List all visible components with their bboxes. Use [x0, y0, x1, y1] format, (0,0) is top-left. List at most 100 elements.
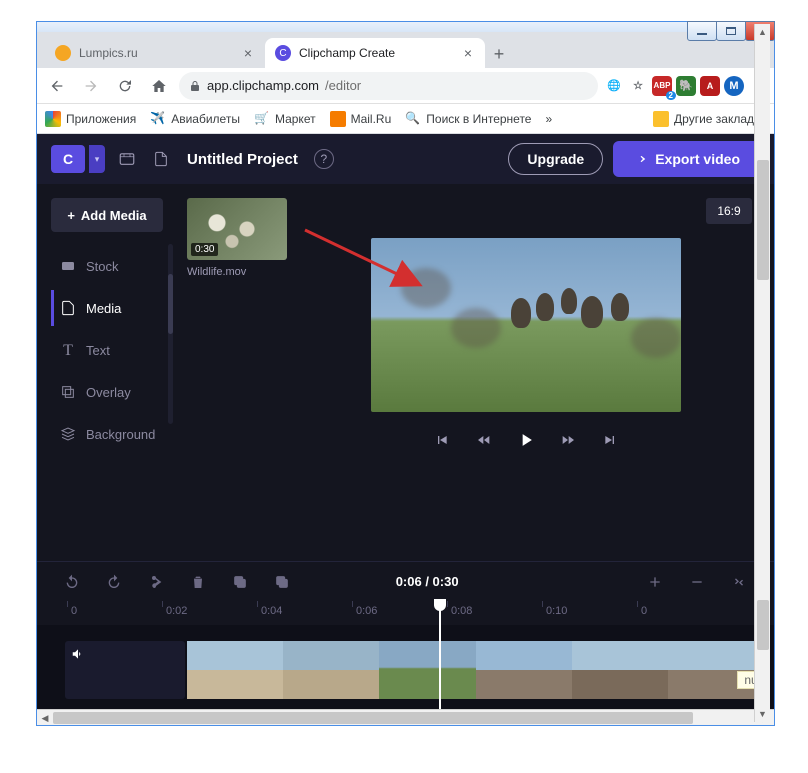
arrow-right-icon — [633, 152, 647, 166]
tab-clipchamp[interactable]: C Clipchamp Create × — [265, 38, 485, 68]
url-input[interactable]: app.clipchamp.com/editor — [179, 72, 598, 100]
sidebar-item-background[interactable]: Background — [51, 416, 171, 452]
evernote-extension-icon[interactable]: 🐘 — [676, 76, 696, 96]
timeline-clip[interactable] — [379, 641, 475, 699]
bookmark-star-icon[interactable]: ☆ — [628, 76, 648, 96]
translate-extension-icon[interactable]: 🌐 — [604, 76, 624, 96]
address-bar-row: app.clipchamp.com/editor 🌐 ☆ ABP2 🐘 A M … — [37, 68, 774, 104]
export-video-button[interactable]: Export video — [613, 141, 760, 177]
aspect-ratio-button[interactable]: 16:9 — [706, 198, 752, 224]
bookmark-other[interactable]: Другие закладки — [653, 111, 766, 127]
media-clip-thumbnail[interactable]: 0:30 — [187, 198, 287, 260]
nav-reload-button[interactable] — [111, 72, 139, 100]
browser-tabs: Lumpics.ru × C Clipchamp Create × + — [37, 32, 774, 68]
window-titlebar[interactable] — [37, 22, 774, 32]
rewind-button[interactable] — [474, 430, 494, 450]
video-preview[interactable] — [371, 238, 681, 412]
bookmark-mailru[interactable]: Mail.Ru — [330, 111, 392, 127]
nav-back-button[interactable] — [43, 72, 71, 100]
timeline-tracks[interactable] — [37, 625, 774, 709]
adblock-extension-icon[interactable]: ABP2 — [652, 76, 672, 96]
close-tab-icon[interactable]: × — [241, 46, 255, 60]
scroll-up-arrow[interactable]: ▲ — [755, 24, 770, 40]
sidebar: +Add Media Stock Media TText Overlay Bac… — [37, 184, 177, 561]
folder-icon — [653, 111, 669, 127]
copy-button[interactable] — [229, 574, 251, 590]
scroll-thumb[interactable] — [757, 160, 769, 280]
paste-button[interactable] — [271, 574, 293, 590]
favicon-clipchamp: C — [275, 45, 291, 61]
sidebar-item-media[interactable]: Media — [51, 290, 171, 326]
profile-avatar[interactable]: M — [724, 76, 744, 96]
delete-button[interactable] — [187, 574, 209, 590]
close-tab-icon[interactable]: × — [461, 46, 475, 60]
redo-button[interactable] — [103, 574, 125, 590]
play-button[interactable] — [516, 430, 536, 450]
bookmark-search[interactable]: 🔍Поиск в Интернете — [405, 111, 531, 127]
bookmark-more[interactable]: » — [545, 112, 552, 126]
playback-controls — [432, 430, 620, 450]
timeline-clip[interactable] — [187, 641, 283, 699]
tab-lumpics[interactable]: Lumpics.ru × — [45, 38, 265, 68]
app-logo[interactable]: C — [51, 145, 85, 173]
bookmark-aviabilety[interactable]: ✈️Авиабилеты — [150, 111, 240, 127]
pdf-extension-icon[interactable]: A — [700, 76, 720, 96]
timeline-toolbar: 0:06 / 0:30 — [37, 561, 774, 601]
stock-icon — [60, 258, 76, 274]
sidebar-item-overlay[interactable]: Overlay — [51, 374, 171, 410]
new-tab-button[interactable]: + — [485, 40, 513, 68]
horizontal-scrollbar[interactable]: ◀ ▶ — [37, 709, 774, 725]
sidebar-scrollbar[interactable] — [168, 244, 173, 424]
window-minimize-button[interactable] — [687, 21, 717, 41]
scroll-thumb[interactable] — [53, 712, 693, 724]
zoom-fit-button[interactable] — [728, 574, 750, 590]
scroll-left-arrow[interactable]: ◀ — [37, 710, 53, 726]
skip-start-button[interactable] — [432, 430, 452, 450]
nav-home-button[interactable] — [145, 72, 173, 100]
zoom-out-button[interactable] — [686, 574, 708, 590]
timeline-clip[interactable] — [283, 641, 379, 699]
apps-icon — [45, 111, 61, 127]
add-media-button[interactable]: +Add Media — [51, 198, 163, 232]
timeline-clip[interactable] — [668, 641, 764, 699]
app-logo-dropdown[interactable]: ▾ — [89, 145, 105, 173]
project-title[interactable]: Untitled Project — [187, 151, 298, 168]
bookmark-market[interactable]: 🛒Маркет — [254, 111, 316, 127]
video-icon[interactable] — [115, 150, 139, 168]
plane-icon: ✈️ — [150, 111, 166, 127]
clip-duration-badge: 0:30 — [191, 243, 218, 256]
sidebar-item-stock[interactable]: Stock — [51, 248, 171, 284]
zoom-in-button[interactable] — [644, 574, 666, 590]
timeline-clip[interactable] — [476, 641, 572, 699]
upgrade-button[interactable]: Upgrade — [508, 143, 603, 175]
search-icon: 🔍 — [405, 111, 421, 127]
help-icon[interactable]: ? — [314, 149, 334, 169]
split-button[interactable] — [145, 574, 167, 590]
mail-icon — [330, 111, 346, 127]
skip-end-button[interactable] — [600, 430, 620, 450]
url-path: /editor — [325, 78, 361, 93]
timeline-ruler[interactable]: 0 0:02 0:04 0:06 0:08 0:10 0 — [37, 601, 774, 625]
timeline-clip[interactable] — [572, 641, 668, 699]
scroll-down-arrow[interactable]: ▼ — [755, 706, 770, 722]
scroll-thumb[interactable] — [757, 600, 769, 650]
text-icon: T — [60, 342, 76, 358]
document-icon[interactable] — [149, 151, 173, 167]
nav-forward-button[interactable] — [77, 72, 105, 100]
audio-track-header[interactable] — [65, 641, 185, 699]
clipchamp-app: C ▾ Untitled Project ? Upgrade Export vi… — [37, 134, 774, 709]
sidebar-item-text[interactable]: TText — [51, 332, 171, 368]
media-icon — [60, 300, 76, 316]
video-track-clips[interactable] — [187, 641, 764, 699]
lock-icon — [189, 80, 201, 92]
preview-stage: 16:9 — [297, 184, 774, 561]
page-vertical-scrollbar[interactable]: ▲ ▼ — [754, 24, 770, 722]
bookmarks-bar: Приложения ✈️Авиабилеты 🛒Маркет Mail.Ru … — [37, 104, 774, 134]
undo-button[interactable] — [61, 574, 83, 590]
bookmark-apps[interactable]: Приложения — [45, 111, 136, 127]
window-maximize-button[interactable] — [716, 21, 746, 41]
clip-filename: Wildlife.mov — [187, 266, 297, 278]
media-panel: 0:30 Wildlife.mov — [177, 184, 297, 561]
playhead[interactable] — [439, 599, 441, 709]
fast-forward-button[interactable] — [558, 430, 578, 450]
